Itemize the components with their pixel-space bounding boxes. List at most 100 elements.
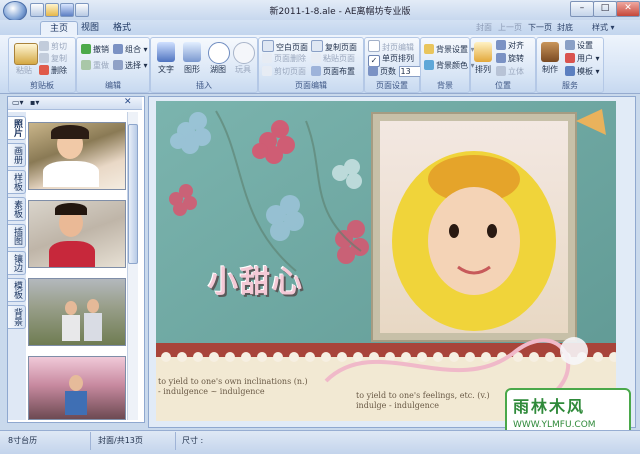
photo-clothes: [49, 241, 95, 267]
open-icon[interactable]: [45, 3, 59, 17]
tab-view[interactable]: 视图: [72, 21, 108, 35]
photo-face: [69, 375, 83, 391]
paste-page-icon: [311, 53, 321, 63]
resource-vertical-tabs: 照片 画册 样板 素板 插图 镶边 模板 背景: [8, 112, 26, 420]
arrange-button[interactable]: 排列: [468, 64, 498, 75]
thumbnail-photo[interactable]: [28, 200, 126, 268]
text-icon[interactable]: [157, 42, 175, 62]
redo-button[interactable]: 重做: [93, 61, 109, 70]
group-label-service: 服务: [562, 81, 578, 90]
vtab-album[interactable]: 画册: [8, 143, 26, 167]
settings-button[interactable]: 设置: [577, 41, 593, 50]
photo-clothes: [65, 391, 87, 415]
vtab-sample[interactable]: 样板: [8, 170, 26, 194]
copy-page-button[interactable]: 复制页面: [325, 43, 357, 52]
settings-icon: [565, 40, 575, 50]
pages-stepper[interactable]: 13: [398, 66, 421, 77]
close-panel-icon[interactable]: ✕: [124, 97, 132, 107]
group-background: 背景设置 ▾ 背景颜色 ▾ 背景: [420, 37, 475, 93]
vocab-line: to yield to one's feelings, etc. (v.): [356, 391, 490, 400]
flower-decoration: [560, 337, 588, 365]
copy-page-icon: [311, 40, 323, 52]
shape-icon[interactable]: [183, 42, 201, 62]
frame-button[interactable]: 玩具: [228, 64, 258, 75]
stand-button[interactable]: 立体: [508, 67, 524, 76]
status-folder: 8寸台历: [8, 436, 38, 445]
thumbnail-photo[interactable]: [28, 278, 126, 346]
redo-icon: [81, 60, 91, 70]
cut-page-icon: [262, 66, 272, 76]
cut-button[interactable]: 剪切: [51, 42, 67, 51]
copy-button[interactable]: 复制: [51, 54, 67, 63]
view-dropdown-icon[interactable]: ▭▾: [12, 98, 24, 107]
thumbnail-photo[interactable]: [28, 122, 126, 190]
delete-button[interactable]: 删除: [51, 66, 67, 75]
arrange-icon[interactable]: [474, 42, 492, 62]
nav-cover[interactable]: 封面: [476, 22, 492, 33]
paste-icon[interactable]: [14, 43, 38, 65]
layout-button[interactable]: 页面布置: [323, 67, 355, 76]
make-button[interactable]: 制作: [535, 64, 565, 75]
thumbnail-photo[interactable]: [28, 356, 126, 420]
undo-icon[interactable]: [75, 3, 89, 17]
delete-icon: [39, 65, 49, 75]
user-button[interactable]: 用户: [577, 54, 593, 63]
photo-face: [87, 299, 99, 313]
cut-page-button[interactable]: 剪切页面: [274, 67, 306, 76]
save-icon[interactable]: [60, 3, 74, 17]
bg-settings-icon: [424, 44, 434, 54]
app-menu-button[interactable]: [3, 1, 27, 21]
style-menu[interactable]: 样式 ▾: [592, 22, 615, 33]
bg-color-button[interactable]: 背景颜色: [436, 61, 468, 70]
template-icon: [565, 66, 575, 76]
status-page-info: 封面/共13页: [98, 436, 143, 445]
group-insert: 文字 图形 湖图 玩具 插入: [150, 37, 258, 93]
undo-button[interactable]: 撤销: [93, 45, 109, 54]
group-button[interactable]: 组合: [125, 45, 141, 54]
pages-label: 页数: [380, 67, 396, 76]
align-button[interactable]: 对齐: [508, 41, 524, 50]
bg-settings-button[interactable]: 背景设置: [436, 45, 468, 54]
vtab-illustration[interactable]: 插图: [8, 224, 26, 248]
group-label-background: 背景: [437, 81, 453, 90]
group-label-insert: 插入: [196, 81, 212, 90]
vtab-template[interactable]: 模板: [8, 278, 26, 302]
rotate-button[interactable]: 旋转: [508, 54, 524, 63]
status-size-label: 尺寸 :: [182, 436, 204, 445]
new-icon[interactable]: [30, 3, 44, 17]
frame-icon[interactable]: [233, 42, 255, 64]
thumbnail-scrollbar-thumb[interactable]: [128, 124, 138, 264]
close-button[interactable]: ✕: [616, 1, 640, 17]
rotate-icon: [496, 53, 506, 63]
sort-dropdown-icon[interactable]: ▪▾: [30, 98, 39, 107]
cut-icon: [39, 41, 49, 51]
align-icon: [496, 40, 506, 50]
make-icon[interactable]: [541, 42, 559, 62]
blank-page-icon: [262, 40, 274, 52]
nav-next-page[interactable]: 下一页: [528, 22, 552, 33]
vocab-line: indulge - indulgence: [356, 401, 439, 410]
photo-hair: [51, 125, 89, 139]
nav-prev-page[interactable]: 上一页: [498, 22, 522, 33]
vtab-background[interactable]: 背景: [8, 305, 26, 329]
blank-page-button[interactable]: 空白页面: [276, 43, 308, 52]
status-divider: [175, 432, 176, 450]
minimize-button[interactable]: –: [570, 1, 594, 17]
album-page-canvas[interactable]: 小甜心 to yield to one's own inclinations (…: [156, 101, 616, 421]
vtab-photo[interactable]: 照片: [8, 116, 26, 140]
tab-format[interactable]: 格式: [104, 21, 140, 35]
paste-page-button[interactable]: 粘贴页面: [323, 54, 355, 63]
vtab-material[interactable]: 素板: [8, 197, 26, 221]
group-label-clipboard: 剪贴板: [30, 81, 54, 90]
delete-page-button[interactable]: 页面删除: [274, 54, 306, 63]
template-button[interactable]: 模板: [577, 67, 593, 76]
select-button[interactable]: 选择: [125, 61, 141, 70]
paste-button[interactable]: 粘贴: [9, 65, 39, 76]
cover-edit-checkbox[interactable]: [368, 40, 380, 52]
maximize-button[interactable]: □: [593, 1, 617, 17]
page-title-text[interactable]: 小甜心: [208, 257, 338, 301]
bg-color-icon: [424, 60, 434, 70]
nav-back-cover[interactable]: 封底: [557, 22, 573, 33]
vtab-border[interactable]: 镶边: [8, 251, 26, 275]
bubble-icon[interactable]: [208, 42, 230, 64]
